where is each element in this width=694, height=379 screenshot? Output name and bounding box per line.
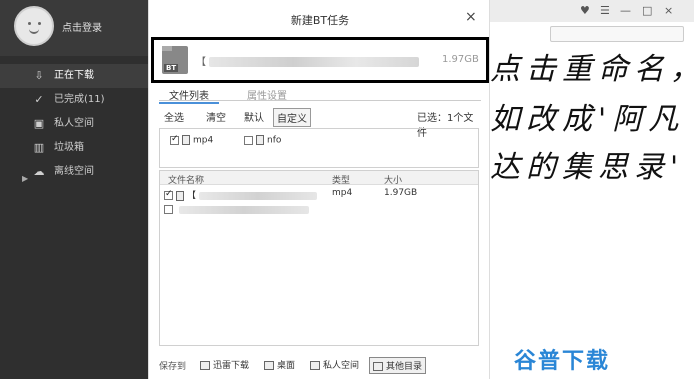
table-row[interactable] (164, 205, 476, 219)
sidebar-item-label: 离线空间 (54, 166, 94, 177)
watermark: 谷普下载 (514, 349, 611, 374)
avatar[interactable] (14, 6, 54, 46)
annotation-line: 点击重命名， (490, 52, 694, 87)
search-input[interactable] (550, 26, 684, 42)
save-option-label: 私人空间 (323, 361, 360, 371)
select-all-button[interactable]: 全选 (161, 108, 187, 125)
save-option-desktop[interactable]: 桌面 (261, 357, 298, 372)
save-option-label: 桌面 (277, 361, 296, 371)
desktop-icon (264, 361, 274, 370)
title-bar: ♥ ☰ — □ × (490, 0, 694, 22)
close-window-icon[interactable]: × (664, 4, 673, 17)
minimize-icon[interactable]: — (620, 4, 631, 17)
annotation-line: 达的集思录' (490, 150, 685, 185)
sidebar-item-label: 正在下载 (54, 70, 94, 81)
checkbox[interactable] (244, 135, 253, 145)
sidebar-item-trash[interactable]: ▥ 垃圾箱 (0, 136, 148, 160)
column-header-size[interactable]: 大小 (384, 173, 402, 186)
tab-properties[interactable]: 属性设置 (237, 87, 297, 102)
task-name-prefix: 【 (196, 57, 206, 67)
maximize-icon[interactable]: □ (642, 4, 652, 17)
file-list-header: 文件名称 类型 大小 (160, 171, 478, 186)
sidebar-item-label: 私人空间 (54, 118, 94, 129)
blurred-text (178, 205, 309, 214)
file-size: 1.97GB (384, 188, 418, 198)
sidebar: 点击登录 ⇩ 正在下载 ✓ 已完成(11) ▣ 私人空间 ▥ 垃圾箱 ▶ ☁ 离… (0, 0, 148, 379)
save-option-private[interactable]: 私人空间 (307, 357, 362, 372)
file-type-filter: mp4 nfo (159, 128, 479, 168)
video-file-icon (176, 190, 184, 201)
type-filter-mp4[interactable]: mp4 (170, 134, 214, 146)
file-list: 文件名称 类型 大小 【 mp4 1.97GB (159, 170, 479, 346)
tab-file-list[interactable]: 文件列表 (159, 87, 219, 104)
default-button[interactable]: 默认 (241, 108, 267, 125)
type-filter-nfo[interactable]: nfo (244, 135, 281, 146)
avatar-eye-icon (38, 22, 41, 25)
task-name[interactable]: 【 (196, 53, 426, 67)
lock-icon: ▣ (33, 117, 45, 130)
avatar-mouth-icon (29, 29, 39, 34)
save-to-label: 保存到 (159, 362, 187, 372)
file-name-prefix: 【 (187, 191, 197, 201)
save-option-label: 迅雷下载 (213, 361, 250, 371)
task-size: 1.97GB (442, 54, 479, 65)
trash-icon: ▥ (33, 141, 45, 154)
column-header-type[interactable]: 类型 (332, 173, 350, 186)
checkbox[interactable] (164, 205, 173, 214)
check-circle-icon: ✓ (34, 93, 44, 106)
task-name-box[interactable]: BT 【 1.97GB (151, 37, 489, 83)
save-option-other[interactable]: 其他目录 (369, 357, 427, 374)
main-area: ♥ ☰ — □ × 点击重命名， 如改成'阿凡 达的集思录' 谷普下载 (490, 0, 694, 379)
table-row[interactable]: 【 mp4 1.97GB (164, 188, 476, 202)
save-option-xunlei[interactable]: 迅雷下载 (197, 357, 252, 372)
column-header-name[interactable]: 文件名称 (168, 173, 204, 186)
login-link[interactable]: 点击登录 (62, 19, 102, 34)
favorite-icon[interactable]: ♥ (580, 4, 590, 17)
clear-button[interactable]: 清空 (203, 108, 229, 125)
video-file-icon (182, 135, 190, 145)
profile-area: 点击登录 (0, 0, 148, 56)
blurred-text (198, 191, 317, 200)
save-option-label: 其他目录 (386, 362, 423, 372)
close-icon[interactable]: × (465, 9, 477, 25)
bt-badge: BT (164, 64, 179, 72)
new-bt-task-dialog: 新建BT任务 × BT 【 1.97GB 文件列表 属性设置 全选 清空 默认 … (148, 0, 490, 379)
sidebar-item-label: 垃圾箱 (54, 142, 84, 153)
sidebar-item-offline[interactable]: ▶ ☁ 离线空间 (0, 160, 148, 184)
annotation-line: 如改成'阿凡 (490, 102, 685, 137)
sidebar-item-downloading[interactable]: ⇩ 正在下载 (0, 64, 148, 88)
sidebar-item-completed[interactable]: ✓ 已完成(11) (0, 88, 148, 112)
sidebar-nav: ⇩ 正在下载 ✓ 已完成(11) ▣ 私人空间 ▥ 垃圾箱 ▶ ☁ 离线空间 (0, 64, 148, 184)
expand-arrow-icon[interactable]: ▶ (22, 167, 28, 191)
sidebar-item-private[interactable]: ▣ 私人空间 (0, 112, 148, 136)
bt-file-icon: BT (162, 46, 188, 74)
type-label: mp4 (193, 135, 214, 146)
custom-button[interactable]: 自定义 (273, 108, 311, 127)
info-file-icon (256, 135, 264, 145)
download-icon: ⇩ (34, 69, 44, 82)
blurred-text (209, 57, 420, 67)
type-label: nfo (267, 135, 282, 146)
folder-icon (200, 361, 210, 370)
save-location-bar: 保存到 迅雷下载 桌面 私人空间 其他目录 (159, 356, 481, 374)
file-type: mp4 (332, 188, 353, 198)
dialog-tabs: 文件列表 属性设置 (159, 87, 481, 104)
avatar-eye-icon (28, 22, 31, 25)
sidebar-item-label: 已完成(11) (54, 94, 105, 105)
checkbox[interactable] (164, 189, 173, 200)
dialog-title: 新建BT任务 (290, 14, 350, 27)
menu-icon[interactable]: ☰ (600, 4, 610, 17)
selection-toolbar: 全选 清空 默认 自定义 已选：1个文件 (159, 108, 481, 139)
cloud-icon: ☁ (33, 165, 45, 178)
folder-icon (373, 362, 383, 371)
lock-icon (310, 361, 320, 370)
checkbox[interactable] (170, 134, 179, 145)
